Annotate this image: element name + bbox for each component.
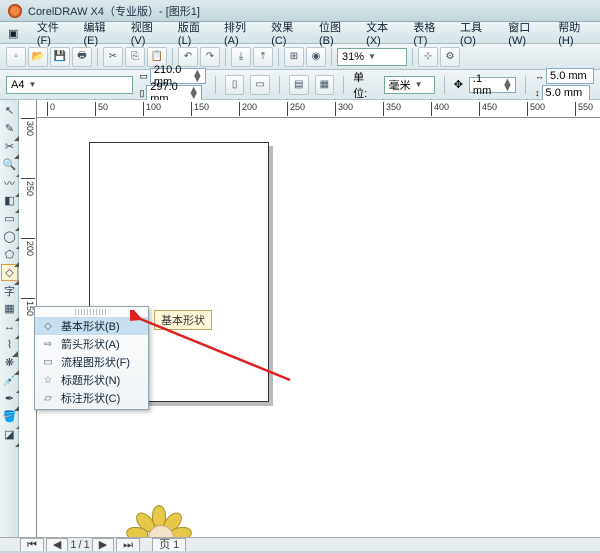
import-button[interactable]: ⤓ (231, 47, 251, 67)
new-button[interactable]: ▫ (6, 47, 26, 67)
property-bar: A4 ▼ ▭ 210.0 mm▲▼ ▯ 297.0 mm▲▼ ▯ ▭ ▤ ▦ 单… (0, 70, 600, 100)
flyout-grip[interactable] (75, 309, 108, 315)
menu-edit[interactable]: 编辑(E) (84, 19, 117, 47)
callout-shape-icon: ▱ (41, 391, 55, 405)
print-button[interactable]: 🖶 (72, 47, 92, 67)
menu-bar: ▣ 文件(F) 编辑(E) 视图(V) 版面(L) 排列(A) 效果(C) 位图… (0, 22, 600, 44)
menu-effects[interactable]: 效果(C) (271, 19, 305, 47)
menu-table[interactable]: 表格(T) (413, 19, 446, 47)
menu-text[interactable]: 文本(X) (366, 19, 399, 47)
unit-dropdown[interactable]: 毫米 ▼ (384, 76, 435, 94)
banner-shape-icon: ☆ (41, 373, 55, 387)
page-layout2-button[interactable]: ▦ (315, 75, 335, 95)
width-icon: ▭ (139, 71, 148, 82)
arrow-shape-icon: ⇨ (41, 337, 55, 351)
page-layout-button[interactable]: ▤ (289, 75, 309, 95)
toolbox: ↖ ✎ ✂ 🔍 〰 ◧ ▭ ◯ ⬠ ◇ 字 ▦ ↔ ⌇ ❋ 💉 ✒ 🪣 ◪ (0, 100, 19, 537)
flyout-callout-shapes[interactable]: ▱ 标注形状(C) (35, 389, 148, 407)
page-navigator: ⏮ ◀ 1 / 1 ▶ ⏭ 页 1 (0, 537, 600, 551)
shapes-flyout: ◇ 基本形状(B) ⇨ 箭头形状(A) ▭ 流程图形状(F) ☆ 标题形状(N)… (34, 306, 149, 410)
flyout-flowchart-shapes[interactable]: ▭ 流程图形状(F) (35, 353, 148, 371)
nav-last[interactable]: ⏭ (116, 538, 140, 551)
cut-button[interactable]: ✂ (103, 47, 123, 67)
options-button[interactable]: ⚙ (440, 47, 460, 67)
menu-bitmap[interactable]: 位图(B) (319, 19, 352, 47)
menu-view[interactable]: 视图(V) (131, 19, 164, 47)
menu-window[interactable]: 窗口(W) (508, 19, 544, 47)
ellipse-tool[interactable]: ◯ (1, 228, 18, 245)
app-launcher-button[interactable]: ⊞ (284, 47, 304, 67)
dup-y-icon: ↕ (535, 88, 540, 98)
shape-tool[interactable]: ✎ (1, 120, 18, 137)
dup-x-input[interactable]: 5.0 mm (546, 68, 594, 84)
connector-tool[interactable]: ⌇ (1, 336, 18, 353)
menu-layout[interactable]: 版面(L) (178, 19, 210, 47)
unit-label: 单位: (353, 69, 378, 101)
snap-button[interactable]: ⊹ (418, 47, 438, 67)
menu-help[interactable]: 帮助(H) (558, 19, 592, 47)
eyedropper-tool[interactable]: 💉 (1, 372, 18, 389)
paper-name: A4 (11, 79, 24, 91)
nav-prev[interactable]: ◀ (46, 538, 68, 551)
nudge-input[interactable]: .1 mm▲▼ (469, 77, 516, 93)
window-title: CorelDRAW X4（专业版）- [图形1] (28, 3, 200, 19)
portrait-button[interactable]: ▯ (225, 75, 245, 95)
table-tool[interactable]: ▦ (1, 300, 18, 317)
dup-x-icon: ↔ (535, 71, 544, 81)
export-button[interactable]: ⤒ (253, 47, 273, 67)
menu-arrange[interactable]: 排列(A) (224, 19, 257, 47)
pick-tool[interactable]: ↖ (1, 102, 18, 119)
menu-tools[interactable]: 工具(O) (460, 19, 494, 47)
save-button[interactable]: 💾 (50, 47, 70, 67)
basic-shape-icon: ◇ (41, 319, 55, 333)
flyout-basic-shapes[interactable]: ◇ 基本形状(B) (35, 317, 148, 335)
tooltip: 基本形状 (154, 310, 212, 330)
open-button[interactable]: 📂 (28, 47, 48, 67)
zoom-value: 31% (342, 51, 364, 63)
app-icon (8, 4, 22, 18)
zoom-dropdown[interactable]: 31% ▼ (337, 48, 407, 66)
paper-height-input[interactable]: 297.0 mm▲▼ (146, 85, 202, 101)
paper-size-dropdown[interactable]: A4 ▼ (6, 76, 133, 94)
nav-next[interactable]: ▶ (92, 538, 114, 551)
landscape-button[interactable]: ▭ (250, 75, 270, 95)
standard-toolbar: ▫ 📂 💾 🖶 ✂ ⎘ 📋 ↶ ↷ ⤓ ⤒ ⊞ ◉ 31% ▼ ⊹ ⚙ (0, 44, 600, 70)
height-icon: ▯ (139, 88, 144, 99)
control-box-icon[interactable]: ▣ (8, 27, 19, 39)
page-tab[interactable]: 页 1 (152, 538, 186, 551)
fill-tool[interactable]: 🪣 (1, 408, 18, 425)
redo-button[interactable]: ↷ (200, 47, 220, 67)
chevron-down-icon: ▼ (368, 52, 376, 61)
dup-y-input[interactable]: 5.0 mm (542, 85, 590, 101)
flyout-arrow-shapes[interactable]: ⇨ 箭头形状(A) (35, 335, 148, 353)
zoom-tool[interactable]: 🔍 (1, 156, 18, 173)
flyout-banner-shapes[interactable]: ☆ 标题形状(N) (35, 371, 148, 389)
chevron-down-icon: ▼ (28, 80, 36, 89)
ruler-horizontal: 0 50 100 150 200 250 300 350 400 450 500… (37, 100, 600, 118)
chevron-down-icon: ▼ (415, 80, 423, 89)
nav-first[interactable]: ⏮ (20, 538, 44, 551)
welcome-button[interactable]: ◉ (306, 47, 326, 67)
copy-button[interactable]: ⎘ (125, 47, 145, 67)
menu-file[interactable]: 文件(F) (37, 19, 70, 47)
flowchart-shape-icon: ▭ (41, 355, 55, 369)
nudge-icon: ✥ (454, 78, 463, 91)
